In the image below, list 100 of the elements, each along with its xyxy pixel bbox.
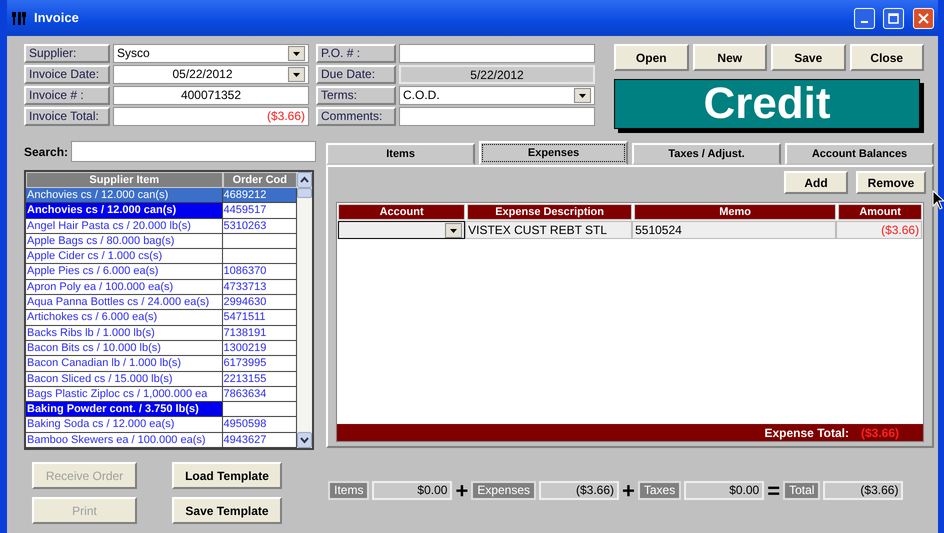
caret-icon — [293, 52, 300, 56]
input-field[interactable] — [399, 107, 595, 126]
operator-sign: = — [767, 481, 780, 500]
action-button[interactable]: Add — [784, 171, 848, 194]
list-cell[interactable]: 2213155 — [222, 372, 297, 387]
column-header: Account — [338, 204, 466, 220]
close-button[interactable] — [913, 8, 934, 28]
list-cell[interactable]: Bacon Bits cs / 10.000 lb(s) — [26, 340, 223, 356]
list-cell[interactable]: 7138191 — [222, 326, 297, 341]
maximize-button[interactable] — [883, 8, 904, 28]
table-cell: 5510524 — [632, 221, 836, 239]
input-field[interactable]: Sysco — [113, 44, 309, 63]
operator-sign: + — [622, 481, 635, 500]
column-header: Order Cod — [222, 172, 297, 188]
total-label: Items — [328, 481, 370, 500]
list-cell[interactable]: Apple Pies cs / 6.000 ea(s) — [26, 264, 223, 280]
utensils-icon — [12, 10, 28, 26]
scrollbar-thumb[interactable] — [297, 188, 312, 198]
list-cell[interactable]: Apple Bags cs / 80.000 bag(s) — [26, 234, 223, 250]
list-cell[interactable]: 1300219 — [222, 340, 297, 356]
list-cell[interactable]: 4689212 — [222, 188, 297, 204]
total-label: Taxes — [638, 481, 682, 500]
field-label: Comments: — [316, 107, 396, 126]
list-cell[interactable]: Backs Ribs lb / 1.000 lb(s) — [26, 326, 223, 341]
total-value: $0.00 — [684, 481, 764, 500]
list-cell[interactable]: Baking Soda cs / 12.000 ea(s) — [26, 417, 223, 433]
input-field[interactable]: 400071352 — [113, 86, 309, 105]
input-field[interactable] — [399, 44, 595, 63]
caret-icon — [450, 228, 458, 232]
list-cell[interactable]: 4950598 — [222, 417, 297, 433]
operator-sign: + — [455, 481, 468, 500]
list-cell[interactable]: 2994630 — [222, 295, 297, 310]
list-cell[interactable]: Bamboo Skewers ea / 100.000 ea(s) — [26, 432, 223, 448]
total-value: ($3.66) — [860, 424, 899, 442]
tab[interactable]: Taxes / Adjust. — [632, 143, 782, 165]
list-cell[interactable]: Apron Poly ea / 100.000 ea(s) — [26, 280, 223, 296]
list-cell[interactable]: Angel Hair Pasta cs / 20.000 lb(s) — [26, 218, 223, 234]
action-button[interactable]: Save — [771, 44, 846, 71]
list-cell[interactable]: Bags Plastic Ziploc cs / 1,000.000 ea — [26, 386, 223, 402]
list-cell[interactable] — [222, 402, 297, 418]
list-cell[interactable]: Baking Powder cont. / 3.750 lb(s) — [26, 402, 223, 418]
scroll-up-button[interactable] — [297, 172, 312, 188]
list-cell[interactable]: 5310263 — [222, 218, 297, 234]
list-cell[interactable]: Apple Cider cs / 1.000 cs(s) — [26, 249, 223, 264]
caret-icon — [579, 94, 586, 98]
dropdown-field[interactable] — [338, 221, 466, 239]
column-header: Supplier Item — [26, 172, 223, 188]
search-label: Search: — [24, 144, 68, 160]
dropdown-arrow-button[interactable] — [288, 46, 305, 61]
minimize-button[interactable] — [854, 8, 874, 28]
action-button[interactable]: Save Template — [172, 497, 282, 524]
field-label: Invoice Total: — [24, 107, 110, 126]
list-cell[interactable]: 7863634 — [222, 386, 297, 402]
window-title: Invoice — [34, 9, 80, 28]
total-label: Expense Total: — [764, 424, 849, 442]
table-cell: ($3.66) — [836, 221, 922, 239]
list-cell[interactable]: 4943627 — [222, 432, 297, 448]
list-cell[interactable] — [222, 249, 297, 264]
tab[interactable]: Expenses — [479, 141, 628, 165]
action-button[interactable]: Load Template — [172, 462, 282, 490]
list-cell[interactable]: Bacon Canadian lb / 1.000 lb(s) — [26, 356, 223, 372]
list-cell[interactable]: 1086370 — [222, 264, 297, 280]
list-cell[interactable]: Artichokes cs / 6.000 ea(s) — [26, 310, 223, 326]
total-value: ($3.66) — [539, 481, 620, 500]
total-label: Total — [783, 481, 820, 500]
list-cell[interactable]: 6173995 — [222, 356, 297, 372]
total-value: ($3.66) — [823, 481, 904, 500]
tab[interactable]: Account Balances — [785, 143, 934, 165]
field-label: Terms: — [316, 86, 396, 105]
total-label: Expenses — [471, 481, 536, 500]
list-cell[interactable]: Bacon Sliced cs / 15.000 lb(s) — [26, 372, 223, 387]
scroll-down-button[interactable] — [297, 432, 312, 448]
input-field[interactable]: ($3.66) — [113, 107, 309, 126]
dropdown-arrow-button[interactable] — [574, 88, 591, 103]
caret-icon — [293, 72, 300, 76]
field-label: Supplier: — [24, 44, 110, 63]
input-field[interactable]: 5/22/2012 — [399, 65, 595, 84]
total-value: $0.00 — [372, 481, 452, 500]
search-field[interactable] — [70, 141, 316, 162]
list-cell[interactable]: 5471511 — [222, 310, 297, 326]
list-cell[interactable]: 4459517 — [222, 203, 297, 219]
column-header: Expense Description — [467, 204, 632, 220]
list-cell[interactable]: Anchovies cs / 12.000 can(s) — [26, 203, 223, 219]
action-button[interactable]: Remove — [856, 171, 926, 194]
action-button[interactable]: Close — [850, 44, 924, 71]
tab[interactable]: Items — [326, 143, 476, 165]
action-button[interactable]: Open — [614, 44, 688, 71]
list-cell[interactable]: Aqua Panna Bottles cs / 24.000 ea(s) — [26, 295, 223, 310]
minimize-icon — [860, 21, 868, 23]
action-button[interactable]: New — [692, 44, 767, 71]
table-cell: VISTEX CUST REBT STL — [465, 221, 632, 239]
close-icon — [918, 12, 929, 24]
list-cell[interactable]: Anchovies cs / 12.000 can(s) — [26, 188, 223, 204]
list-cell[interactable]: 4733713 — [222, 280, 297, 296]
list-cell[interactable] — [222, 234, 297, 250]
input-field[interactable]: C.O.D. — [399, 86, 595, 105]
dropdown-arrow-button[interactable] — [288, 67, 305, 82]
field-label: Due Date: — [316, 65, 396, 84]
dropdown-arrow-button[interactable] — [445, 223, 462, 238]
input-field[interactable]: 05/22/2012 — [113, 65, 309, 84]
